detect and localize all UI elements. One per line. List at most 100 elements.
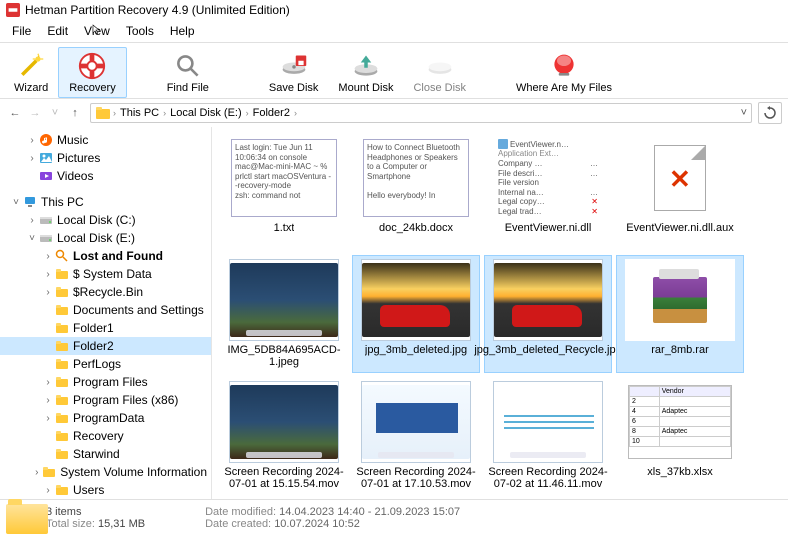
tree-item[interactable]: ˅ This PC (0, 193, 211, 211)
pictures-icon (38, 150, 54, 166)
file-item[interactable]: EventViewer.n… Application Ext… Company … (484, 133, 612, 251)
tree-item[interactable]: › Program Files (0, 373, 211, 391)
tree-label: Program Files (73, 375, 148, 389)
chevron-icon[interactable]: › (42, 377, 54, 388)
crumb-folder[interactable]: Folder2 (251, 107, 292, 119)
tree-label: Folder2 (73, 339, 114, 353)
tree-label: Recovery (73, 429, 124, 443)
tree-label: Local Disk (C:) (57, 213, 136, 227)
history-dropdown[interactable]: ˅ (46, 107, 64, 119)
file-name: xls_37kb.xlsx (647, 466, 712, 478)
tree-item[interactable]: ›ProgramData (0, 409, 211, 427)
tree-item[interactable]: Folder1 (0, 319, 211, 337)
tree-item[interactable]: › Users (0, 481, 211, 499)
chevron-icon[interactable]: ˅ (26, 233, 38, 244)
crumb-thispc[interactable]: This PC (118, 107, 161, 119)
addr-dropdown-icon[interactable]: ˅ (741, 107, 747, 119)
tree-item[interactable]: ›Music (0, 131, 211, 149)
file-item[interactable]: jpg_3mb_deleted.jpg (352, 255, 480, 373)
file-grid[interactable]: Last login: Tue Jun 11 10:06:34 on conso… (212, 127, 788, 499)
folder-icon (54, 410, 70, 426)
tree-item[interactable]: › Lost and Found (0, 247, 211, 265)
file-item[interactable]: Last login: Tue Jun 11 10:06:34 on conso… (220, 133, 348, 251)
tree-item[interactable]: Videos (0, 167, 211, 185)
sidebar-tree[interactable]: ›Music›PicturesVideos˅This PC›Local Disk… (0, 127, 212, 499)
chevron-icon[interactable]: › (42, 413, 54, 424)
image-thumb (494, 263, 602, 337)
tree-item[interactable]: Starwind (0, 445, 211, 463)
save-disk-icon (278, 50, 310, 82)
tree-label: Program Files (x86) (73, 393, 178, 407)
chevron-icon[interactable]: › (26, 135, 38, 146)
status-created: Date created: 10.07.2024 10:52 (205, 518, 460, 530)
refresh-button[interactable] (758, 102, 782, 124)
tree-item[interactable]: ›System Volume Information (0, 463, 211, 481)
chevron-icon[interactable]: › (26, 215, 38, 226)
findfile-button[interactable]: Find File (157, 48, 219, 97)
tree-item[interactable]: › Program Files (x86) (0, 391, 211, 409)
menu-tools[interactable]: Tools (118, 22, 162, 40)
file-item[interactable]: ✕ EventViewer.ni.dll.aux (616, 133, 744, 251)
video-thumb (230, 385, 338, 459)
tree-label: Starwind (73, 447, 120, 461)
navbar: ← → ˅ ↑ › This PC › Local Disk (E:) › Fo… (0, 99, 788, 127)
file-item[interactable]: Screen Recording 2024-07-01 at 15.15.54.… (220, 377, 348, 495)
where-button[interactable]: Where Are My Files (506, 48, 622, 97)
chevron-icon[interactable]: › (32, 467, 41, 478)
mountdisk-button[interactable]: Mount Disk (328, 48, 403, 97)
back-button[interactable]: ← (6, 107, 24, 119)
menu-file[interactable]: File (4, 22, 39, 40)
video-thumb (362, 385, 470, 459)
tree-item[interactable]: Recovery (0, 427, 211, 445)
address-bar[interactable]: › This PC › Local Disk (E:) › Folder2 › … (90, 103, 752, 123)
file-item[interactable]: rar_8mb.rar (616, 255, 744, 373)
tree-item[interactable]: Folder2 (0, 337, 211, 355)
file-item[interactable]: Screen Recording 2024-07-01 at 17.10.53.… (352, 377, 480, 495)
up-button[interactable]: ↑ (66, 107, 84, 119)
file-item[interactable]: jpg_3mb_deleted_Recycle.jpg (484, 255, 612, 373)
menu-edit[interactable]: Edit (39, 22, 76, 40)
file-item[interactable]: Vendor 24Adaptec 68Adaptec 10 xls_37kb.x… (616, 377, 744, 495)
chevron-icon[interactable]: › (26, 153, 38, 164)
crumb-disk[interactable]: Local Disk (E:) (168, 107, 244, 119)
disk-icon (38, 230, 54, 246)
music-icon (38, 132, 54, 148)
menu-help[interactable]: Help (162, 22, 203, 40)
savedisk-button[interactable]: Save Disk (259, 48, 329, 97)
chevron-icon[interactable]: ˅ (10, 197, 22, 208)
file-item[interactable]: IMG_5DB84A695ACD-1.jpeg (220, 255, 348, 373)
wizard-button[interactable]: Wizard (4, 48, 58, 97)
recovery-button[interactable]: Recovery (58, 47, 126, 98)
tree-item[interactable]: ›Pictures (0, 149, 211, 167)
xls-preview: Vendor 24Adaptec 68Adaptec 10 (628, 385, 732, 459)
titlebar: Hetman Partition Recovery 4.9 (Unlimited… (0, 0, 788, 20)
file-name: Screen Recording 2024-07-02 at 11.46.11.… (488, 466, 608, 490)
folder-icon (54, 302, 70, 318)
file-item[interactable]: Screen Recording 2024-07-02 at 11.46.11.… (484, 377, 612, 495)
status-size: Total size: 15,31 MB (46, 518, 145, 530)
status-count: 3 items (46, 506, 145, 518)
menubar: File Edit View Tools Help (0, 20, 788, 43)
tree-item[interactable]: › Local Disk (C:) (0, 211, 211, 229)
tree-item[interactable]: Documents and Settings (0, 301, 211, 319)
tree-label: $Recycle.Bin (73, 285, 143, 299)
tree-label: Users (73, 483, 104, 497)
disk-icon (38, 212, 54, 228)
chevron-icon[interactable]: › (42, 269, 54, 280)
cursor-icon (92, 24, 102, 34)
tree-item[interactable]: ˅Local Disk (E:) (0, 229, 211, 247)
tree-label: $ System Data (73, 267, 152, 281)
tree-item[interactable]: › $Recycle.Bin (0, 283, 211, 301)
tree-label: Lost and Found (73, 249, 163, 263)
tree-label: This PC (41, 195, 84, 209)
file-item[interactable]: How to Connect Bluetooth Headphones or S… (352, 133, 480, 251)
rar-icon (653, 277, 707, 323)
chevron-icon[interactable]: › (42, 287, 54, 298)
tree-item[interactable]: PerfLogs (0, 355, 211, 373)
tree-item[interactable]: › $ System Data (0, 265, 211, 283)
alert-icon (548, 50, 580, 82)
chevron-icon[interactable]: › (42, 251, 54, 262)
main: ›Music›PicturesVideos˅This PC›Local Disk… (0, 127, 788, 499)
chevron-icon[interactable]: › (42, 395, 54, 406)
chevron-icon[interactable]: › (42, 485, 54, 496)
